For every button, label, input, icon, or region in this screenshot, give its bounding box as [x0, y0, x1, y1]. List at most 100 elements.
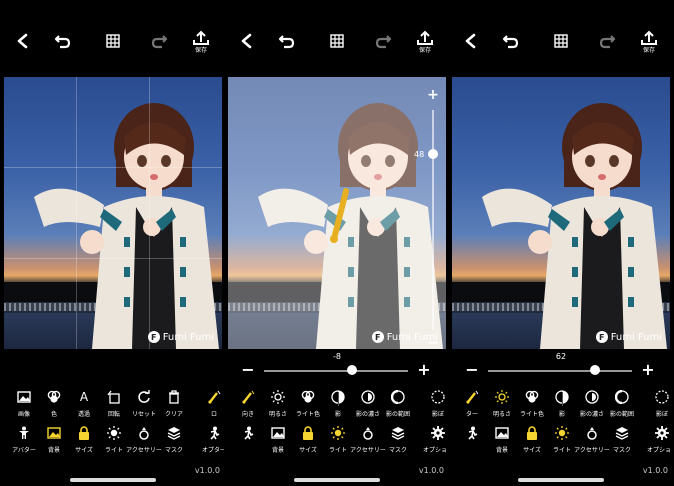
back-button[interactable] — [8, 26, 38, 56]
avatar-figure[interactable] — [4, 77, 222, 349]
tool-figure[interactable]: オプター — [196, 425, 224, 455]
tool-gear[interactable]: オプション — [644, 425, 672, 455]
save-button[interactable]: 保存 — [410, 26, 440, 56]
grid-line — [76, 77, 77, 349]
horizontal-slider[interactable]: 62 − + — [450, 352, 672, 380]
grid-icon — [330, 34, 344, 48]
text-icon: A — [79, 390, 89, 404]
tool-label: 影の範囲 — [385, 411, 410, 418]
avatar-figure[interactable] — [452, 77, 670, 349]
palette-icon — [300, 389, 316, 405]
editor-panel-3: 保存 F Fumi Fumi 62 − + ター 明るさ ライト色 影 影の濃さ… — [450, 0, 672, 486]
vertical-slider[interactable]: + 48 − — [414, 88, 440, 350]
increase-button[interactable]: + — [640, 362, 656, 378]
grid-toggle-button[interactable] — [98, 26, 128, 56]
tool-shadow-range[interactable]: 影の範囲 — [604, 389, 640, 419]
tool-trash[interactable]: クリア — [156, 389, 192, 419]
tool-label: マスク — [612, 447, 631, 454]
upload-icon — [640, 30, 658, 46]
horizontal-slider[interactable]: -8 − + — [226, 352, 448, 380]
grid-line — [4, 167, 222, 168]
rotate-frame-icon — [106, 389, 122, 405]
slider-knob[interactable] — [589, 365, 600, 375]
ring-icon — [584, 425, 600, 441]
tool-row: 向き 明るさ ライト色 影 影の濃さ 影の範囲 影ぼ — [226, 389, 448, 419]
background-icon — [270, 425, 286, 441]
increase-button[interactable]: + — [416, 362, 432, 378]
slider-track[interactable] — [488, 370, 632, 372]
tool-light-direction[interactable]: ロ — [196, 389, 224, 419]
tool-row: 背景 サイズ ライト アクセサリー マスク オプション — [450, 425, 672, 455]
slider-knob[interactable] — [428, 149, 438, 159]
back-button[interactable] — [232, 26, 262, 56]
grid-toggle-button[interactable] — [546, 26, 576, 56]
version-label: v1.0.0 — [642, 466, 668, 475]
undo-icon — [278, 33, 296, 49]
decrease-button[interactable]: − — [426, 336, 440, 350]
save-button[interactable]: 保存 — [186, 26, 216, 56]
redo-icon — [374, 33, 392, 49]
upload-icon — [416, 30, 434, 46]
reset-icon — [136, 389, 152, 405]
undo-button[interactable] — [272, 26, 302, 56]
save-button[interactable]: 保存 — [634, 26, 664, 56]
editor-panel-2: 保存 F Fumi Fumi + 48 − -8 − + 向き 明るさ ライト色… — [226, 0, 448, 486]
tool-label: オプション — [422, 447, 448, 454]
tool-layers[interactable]: マスク — [380, 425, 416, 455]
tool-layers[interactable]: マスク — [604, 425, 640, 455]
top-toolbar: 保存 — [450, 26, 672, 56]
lock-icon — [524, 425, 540, 441]
lock-icon — [300, 425, 316, 441]
undo-button[interactable] — [48, 26, 78, 56]
avatar-photo-canvas[interactable]: F Fumi Fumi — [228, 77, 446, 349]
tool-layers[interactable]: マスク — [156, 425, 192, 455]
tool-shadow-range[interactable]: 影の範囲 — [380, 389, 416, 419]
slider-track[interactable] — [432, 110, 434, 330]
tool-label: クリア — [164, 411, 183, 418]
light-direction-icon — [240, 389, 256, 405]
tool-gear[interactable]: オプション — [420, 425, 448, 455]
tool-row: アバター 背景 サイズ ライト アクセサリー マスク オプター — [2, 425, 224, 455]
slider-track[interactable] — [264, 370, 408, 372]
light-direction-handle[interactable] — [328, 187, 352, 247]
figure-icon — [240, 425, 256, 441]
grid-line — [149, 77, 150, 349]
gear-icon — [430, 425, 446, 441]
redo-button[interactable] — [368, 26, 398, 56]
tool-shadow-blur[interactable]: 影ぼ — [420, 389, 448, 419]
tool-label: 影ぼ — [431, 411, 444, 418]
tool-row: ター 明るさ ライト色 影 影の濃さ 影の範囲 影ぼ — [450, 389, 672, 419]
background-icon — [46, 425, 62, 441]
decrease-button[interactable]: − — [464, 362, 480, 378]
slider-knob[interactable] — [346, 365, 357, 375]
save-label: 保存 — [642, 47, 655, 54]
watermark-logo: F — [147, 331, 160, 343]
divider — [338, 392, 339, 406]
grid-toggle-button[interactable] — [322, 26, 352, 56]
divider — [562, 392, 563, 406]
watermark-logo: F — [595, 331, 608, 343]
undo-button[interactable] — [496, 26, 526, 56]
figure-icon — [206, 425, 222, 441]
tool-shadow-blur[interactable]: 影ぼ — [644, 389, 672, 419]
lock-icon — [76, 425, 92, 441]
tool-label: ロ — [210, 411, 217, 418]
redo-button[interactable] — [592, 26, 622, 56]
save-label: 保存 — [418, 47, 431, 54]
version-label: v1.0.0 — [194, 466, 220, 475]
undo-icon — [502, 33, 520, 49]
avatar-photo-canvas[interactable]: F Fumi Fumi — [452, 77, 670, 349]
slider-value: -8 — [333, 352, 341, 361]
shadow-density-icon — [584, 389, 600, 405]
redo-button[interactable] — [144, 26, 174, 56]
save-label: 保存 — [194, 47, 207, 54]
avatar-photo-canvas[interactable]: F Fumi Fumi — [4, 77, 222, 349]
watermark-text: Fumi Fumi — [610, 331, 662, 343]
shadow-density-icon — [360, 389, 376, 405]
background-icon — [494, 425, 510, 441]
ring-icon — [136, 425, 152, 441]
increase-button[interactable]: + — [426, 88, 440, 102]
back-button[interactable] — [456, 26, 486, 56]
redo-icon — [598, 33, 616, 49]
decrease-button[interactable]: − — [240, 362, 256, 378]
